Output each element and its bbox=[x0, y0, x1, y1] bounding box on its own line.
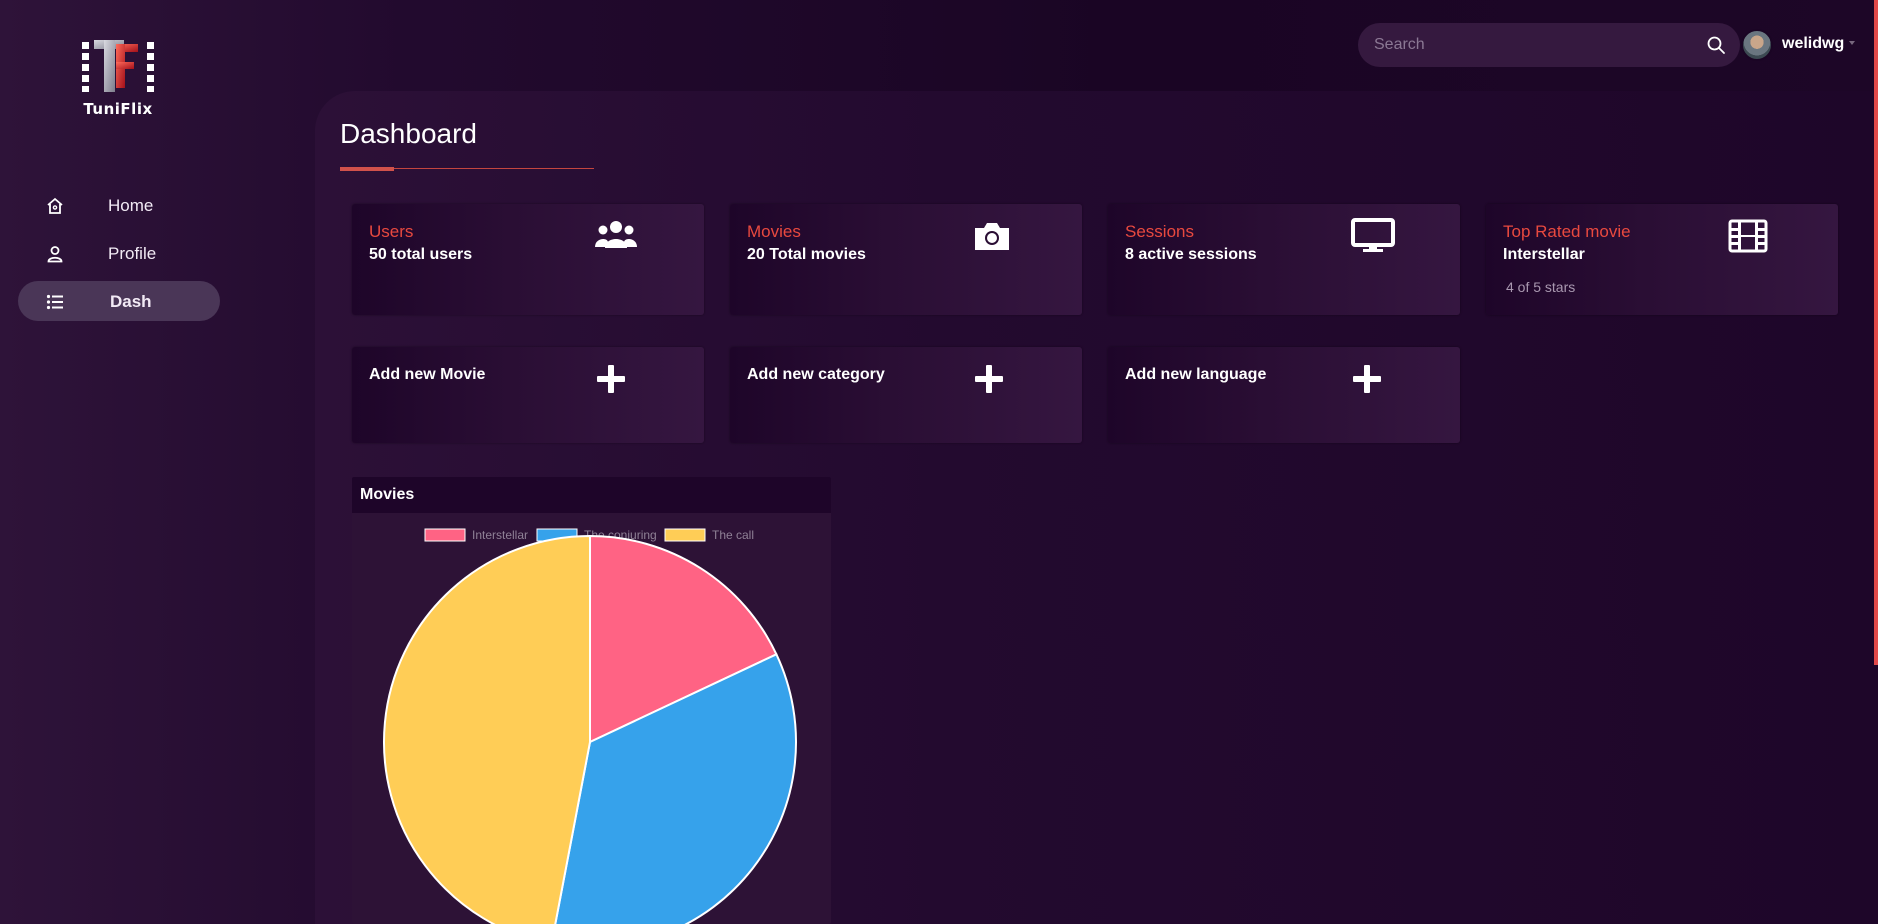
page-title: Dashboard bbox=[340, 118, 477, 149]
search-input[interactable] bbox=[1374, 23, 1694, 67]
user-icon bbox=[47, 246, 63, 263]
sidebar-item-label: Dash bbox=[110, 292, 152, 311]
stat-title: Users bbox=[369, 222, 414, 241]
camera-icon bbox=[975, 223, 1009, 250]
sidebar-item-home[interactable]: Home bbox=[18, 185, 220, 225]
stat-value: 50 total users bbox=[369, 246, 473, 263]
action-label: Add new category bbox=[747, 366, 885, 383]
action-label: Add new language bbox=[1125, 366, 1267, 383]
stat-value: 8 active sessions bbox=[1125, 246, 1257, 263]
pie-chart: Interstellar The conjuring The call bbox=[383, 528, 797, 924]
stat-title: Top Rated movie bbox=[1503, 222, 1631, 241]
home-icon bbox=[47, 197, 63, 214]
action-label: Add new Movie bbox=[369, 366, 486, 383]
legend-swatch bbox=[424, 528, 466, 542]
sidebar-item-profile[interactable]: Profile bbox=[18, 233, 220, 273]
plus-icon bbox=[597, 365, 625, 393]
chevron-down-icon[interactable] bbox=[1849, 41, 1855, 45]
stat-title: Movies bbox=[747, 222, 801, 241]
sidebar: TuniFlix Home Profile Dash bbox=[0, 0, 240, 924]
avatar[interactable] bbox=[1741, 29, 1773, 61]
sidebar-item-dash[interactable]: Dash bbox=[18, 281, 220, 321]
legend-label: The call bbox=[712, 528, 754, 542]
search-icon[interactable] bbox=[1706, 35, 1726, 55]
list-icon bbox=[46, 294, 63, 310]
stat-title: Sessions bbox=[1125, 222, 1194, 241]
scrollbar[interactable] bbox=[1874, 0, 1878, 665]
stat-card-sessions[interactable]: Sessions 8 active sessions bbox=[1108, 204, 1460, 315]
movies-chart-card: Movies Interstellar The conjuring The call bbox=[352, 477, 831, 924]
add-movie-button[interactable]: Add new Movie bbox=[352, 347, 704, 443]
legend-item[interactable]: Interstellar bbox=[424, 528, 528, 542]
logo-mark-icon bbox=[82, 40, 154, 92]
stat-value: Interstellar bbox=[1503, 246, 1585, 263]
chart-title: Movies bbox=[360, 486, 415, 503]
chart-header: Movies bbox=[352, 477, 831, 513]
sidebar-nav: Home Profile Dash bbox=[18, 185, 220, 329]
plus-icon bbox=[975, 365, 1003, 393]
sidebar-item-label: Home bbox=[108, 196, 154, 215]
legend-swatch bbox=[664, 528, 706, 542]
stat-value: 20 Total movies bbox=[747, 246, 866, 263]
search-bar bbox=[1358, 23, 1740, 67]
stat-card-movies[interactable]: Movies 20 Total movies bbox=[730, 204, 1082, 315]
pie-slice-the-call[interactable] bbox=[383, 534, 591, 924]
legend-label: Interstellar bbox=[472, 528, 528, 542]
stat-card-users[interactable]: Users 50 total users bbox=[352, 204, 704, 315]
add-language-button[interactable]: Add new language bbox=[1108, 347, 1460, 443]
monitor-icon bbox=[1351, 218, 1395, 252]
sidebar-item-label: Profile bbox=[108, 244, 157, 263]
username[interactable]: welidwg bbox=[1782, 35, 1844, 53]
users-icon bbox=[595, 221, 637, 248]
brand-name: TuniFlix bbox=[83, 100, 153, 118]
plus-icon bbox=[1353, 365, 1381, 393]
add-category-button[interactable]: Add new category bbox=[730, 347, 1082, 443]
stat-card-top-rated[interactable]: Top Rated movie Interstellar 4 of 5 star… bbox=[1486, 204, 1838, 315]
tuniflix-logo[interactable]: TuniFlix bbox=[78, 40, 158, 120]
title-underline-accent bbox=[340, 167, 394, 171]
rating-text: 4 of 5 stars bbox=[1506, 279, 1576, 295]
legend-item[interactable]: The call bbox=[664, 528, 754, 542]
film-icon bbox=[1728, 219, 1768, 253]
app-root: TuniFlix Home Profile Dash Search welidw… bbox=[0, 0, 1878, 924]
